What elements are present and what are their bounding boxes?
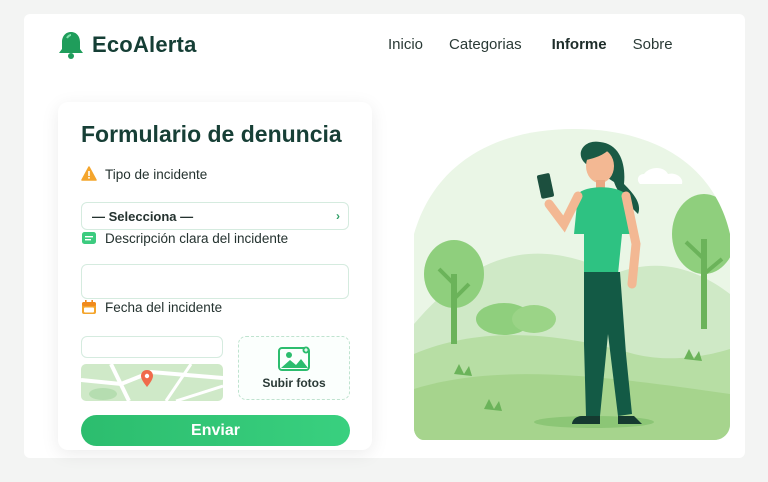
incident-type-label: Tipo de incidente: [105, 166, 208, 182]
submit-button[interactable]: Enviar: [81, 415, 350, 446]
report-form: Formulario de denuncia Tipo de incidente…: [58, 102, 372, 450]
bell-icon: [59, 32, 83, 59]
location-map[interactable]: [81, 364, 223, 401]
nav-item-inicio[interactable]: Inicio: [388, 36, 423, 53]
date-label-row: Fecha del incidente: [81, 299, 222, 315]
incident-type-label-row: Tipo de incidente: [81, 166, 207, 182]
header: EcoAlerta Inicio Categorias Informe Sobr…: [24, 14, 745, 78]
brand-logo[interactable]: EcoAlerta: [58, 30, 197, 60]
date-input[interactable]: [81, 336, 223, 358]
nav-item-categorias[interactable]: Categorias: [449, 36, 522, 53]
image-icon: [278, 346, 310, 371]
nav-item-informe[interactable]: Informe: [552, 36, 607, 53]
warning-icon: [81, 166, 97, 181]
date-label: Fecha del incidente: [105, 299, 223, 315]
upload-photos-label: Subir fotos: [262, 376, 326, 390]
description-textarea[interactable]: [81, 264, 349, 299]
calendar-icon: [82, 300, 96, 314]
map-image: [81, 364, 223, 401]
chevron-right-icon: ›: [336, 209, 340, 223]
top-nav: Inicio Categorias Informe Sobre: [388, 36, 699, 53]
form-title: Formulario de denuncia: [81, 121, 342, 147]
main-card: EcoAlerta Inicio Categorias Informe Sobr…: [24, 14, 745, 458]
upload-photos-dropzone[interactable]: Subir fotos: [238, 336, 350, 400]
woman-with-phone-illustration: [414, 129, 730, 440]
incident-type-selected: — Selecciona —: [92, 208, 194, 224]
nav-item-sobre[interactable]: Sobre: [633, 36, 673, 53]
note-icon: [82, 232, 96, 244]
description-label: Descripción clara del incidente: [105, 230, 289, 246]
incident-type-select[interactable]: — Selecciona — ›: [81, 202, 349, 230]
brand-name: EcoAlerta: [92, 32, 197, 57]
description-label-row: Descripción clara del incidente: [81, 230, 288, 246]
